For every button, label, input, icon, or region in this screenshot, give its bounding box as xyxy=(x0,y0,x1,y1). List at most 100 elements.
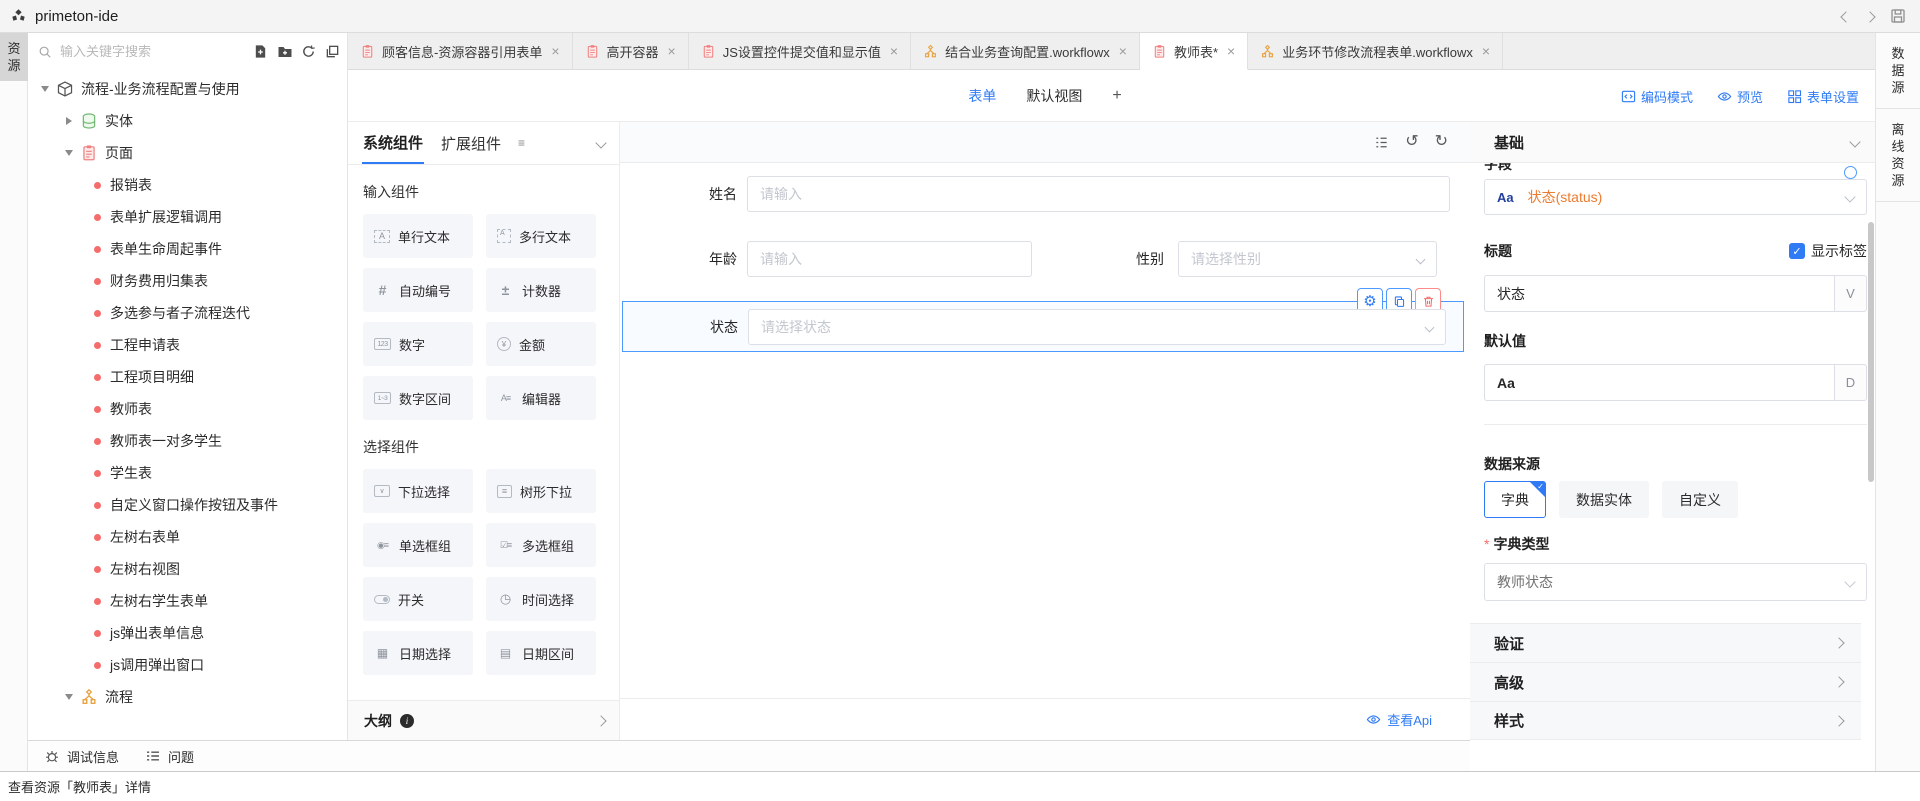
component-item[interactable]: 日期区间 xyxy=(486,631,596,675)
component-item[interactable]: 单选框组 xyxy=(363,523,473,567)
title-variable-button[interactable]: V xyxy=(1834,275,1867,312)
checkbox-checked-icon[interactable]: ✓ xyxy=(1789,243,1805,259)
editor-tab[interactable]: 结合业务查询配置.workflowx × xyxy=(911,33,1140,69)
expand-outline-icon[interactable] xyxy=(595,715,606,726)
search-input[interactable] xyxy=(58,43,248,60)
section-row[interactable]: 验证 xyxy=(1470,623,1861,662)
component-item[interactable]: 数字区间 xyxy=(363,376,473,420)
tree-item[interactable]: 报销表 xyxy=(28,169,347,201)
tree-item[interactable]: js弹出表单信息 xyxy=(28,617,347,649)
default-value-d-button[interactable]: D xyxy=(1834,364,1867,401)
component-item[interactable]: 计数器 xyxy=(486,268,596,312)
tree-item[interactable]: 左树右学生表单 xyxy=(28,585,347,617)
tree-item[interactable]: 流程-业务流程配置与使用 xyxy=(28,73,347,105)
collapse-panel-icon[interactable] xyxy=(324,43,341,60)
close-icon[interactable]: × xyxy=(890,43,898,59)
code-mode-button[interactable]: 编码模式 xyxy=(1621,87,1693,106)
forward-icon[interactable] xyxy=(1866,9,1874,24)
data-source-option[interactable]: 自定义 xyxy=(1662,481,1738,518)
right-strip-tab[interactable]: 离线资源 xyxy=(1876,109,1920,202)
tree-item[interactable]: 表单生命周起事件 xyxy=(28,233,347,265)
activity-tab-resources[interactable]: 资源 xyxy=(0,33,28,81)
new-folder-icon[interactable] xyxy=(276,43,293,60)
tab-extend-components[interactable]: 扩展组件 xyxy=(440,122,502,164)
tree-item[interactable]: 自定义窗口操作按钮及事件 xyxy=(28,489,347,521)
component-item[interactable]: 金额 xyxy=(486,322,596,366)
data-source-option[interactable]: 字典 ✓ xyxy=(1484,481,1546,518)
right-strip-tab[interactable]: 数据源 xyxy=(1876,33,1920,109)
tree-item[interactable]: 工程项目明细 xyxy=(28,361,347,393)
component-item[interactable]: 日期选择 xyxy=(363,631,473,675)
outline-bar[interactable]: 大纲 i xyxy=(348,700,619,740)
status-select[interactable]: 请选择状态 xyxy=(748,309,1446,345)
editor-tab[interactable]: 业务环节修改流程表单.workflowx × xyxy=(1248,33,1503,69)
title-input[interactable]: 状态 xyxy=(1484,275,1834,312)
add-view-button[interactable]: + xyxy=(1112,87,1121,105)
caret-down-icon[interactable] xyxy=(62,150,76,156)
basic-section-header[interactable]: 基础 xyxy=(1470,122,1875,163)
tree-item[interactable]: js调用弹出窗口 xyxy=(28,649,347,681)
close-icon[interactable]: × xyxy=(1482,43,1490,59)
close-icon[interactable]: × xyxy=(551,43,559,59)
age-input[interactable]: 请输入 xyxy=(747,241,1032,277)
view-api-link[interactable]: 查看Api xyxy=(1387,710,1432,729)
component-item[interactable]: 下拉选择 xyxy=(363,469,473,513)
form-settings-button[interactable]: 表单设置 xyxy=(1787,87,1859,106)
editor-tab[interactable]: 高开容器 × xyxy=(573,33,689,69)
caret-right-icon[interactable] xyxy=(62,117,76,125)
tree-item[interactable]: 页面 xyxy=(28,137,347,169)
editor-tab[interactable]: 教师表* × xyxy=(1140,33,1248,70)
data-source-option[interactable]: 数据实体 xyxy=(1559,481,1649,518)
component-item[interactable]: 编辑器 xyxy=(486,376,596,420)
tab-default-view[interactable]: 默认视图 xyxy=(1026,86,1082,106)
component-item[interactable]: 数字 xyxy=(363,322,473,366)
scrollbar-thumb[interactable] xyxy=(1868,222,1874,482)
component-item[interactable]: 开关 xyxy=(363,577,473,621)
tab-form[interactable]: 表单 xyxy=(968,86,996,106)
tree-item[interactable]: 左树右表单 xyxy=(28,521,347,553)
preview-button[interactable]: 预览 xyxy=(1717,87,1763,106)
tree-item[interactable]: 教师表 xyxy=(28,393,347,425)
tree-item[interactable]: 教师表一对多学生 xyxy=(28,425,347,457)
debug-info-button[interactable]: 调试信息 xyxy=(44,747,119,766)
collapse-palette-icon[interactable] xyxy=(595,137,606,148)
show-label-checkbox[interactable]: ✓ 显示标签 xyxy=(1789,241,1867,261)
new-file-icon[interactable] xyxy=(252,43,269,60)
redo-icon[interactable]: ↻ xyxy=(1435,134,1448,150)
editor-tab[interactable]: JS设置控件提交值和显示值 × xyxy=(689,33,911,69)
tree-item[interactable]: 实体 xyxy=(28,105,347,137)
tree-item[interactable]: 学生表 xyxy=(28,457,347,489)
close-icon[interactable]: × xyxy=(1227,43,1235,59)
back-icon[interactable] xyxy=(1842,9,1850,24)
tree-item[interactable]: 财务费用归集表 xyxy=(28,265,347,297)
default-value-input[interactable]: Aa xyxy=(1484,364,1834,401)
component-item[interactable]: 多行文本 xyxy=(486,214,596,258)
close-icon[interactable]: × xyxy=(1119,43,1127,59)
palette-menu-icon[interactable]: ≡ xyxy=(518,136,525,150)
component-item[interactable]: 单行文本 xyxy=(363,214,473,258)
tree-item[interactable]: 多选参与者子流程迭代 xyxy=(28,297,347,329)
component-item[interactable]: 树形下拉 xyxy=(486,469,596,513)
tree-item[interactable]: 流程 xyxy=(28,681,347,713)
selected-field-status[interactable]: 状态 请选择状态 xyxy=(622,301,1464,352)
caret-down-icon[interactable] xyxy=(62,694,76,700)
tree-item[interactable]: 左树右视图 xyxy=(28,553,347,585)
close-icon[interactable]: × xyxy=(668,43,676,59)
editor-tab[interactable]: 顾客信息-资源容器引用表单 × xyxy=(348,33,573,69)
gender-select[interactable]: 请选择性别 xyxy=(1178,241,1437,277)
component-item[interactable]: 多选框组 xyxy=(486,523,596,567)
caret-down-icon[interactable] xyxy=(38,86,52,92)
problems-button[interactable]: 问题 xyxy=(145,747,194,766)
field-selector[interactable]: Aa 状态(status) xyxy=(1484,179,1867,215)
outline-tree-icon[interactable] xyxy=(1374,135,1389,150)
dict-type-select[interactable]: 教师状态 xyxy=(1484,563,1867,601)
name-input[interactable]: 请输入 xyxy=(747,176,1450,212)
section-row[interactable]: 样式 xyxy=(1470,701,1861,740)
component-item[interactable]: 自动编号 xyxy=(363,268,473,312)
save-icon[interactable] xyxy=(1890,8,1906,24)
section-row[interactable]: 高级 xyxy=(1470,662,1861,701)
tree-item[interactable]: 工程申请表 xyxy=(28,329,347,361)
undo-icon[interactable]: ↺ xyxy=(1405,134,1418,150)
tab-system-components[interactable]: 系统组件 xyxy=(362,122,424,164)
component-item[interactable]: 时间选择 xyxy=(486,577,596,621)
